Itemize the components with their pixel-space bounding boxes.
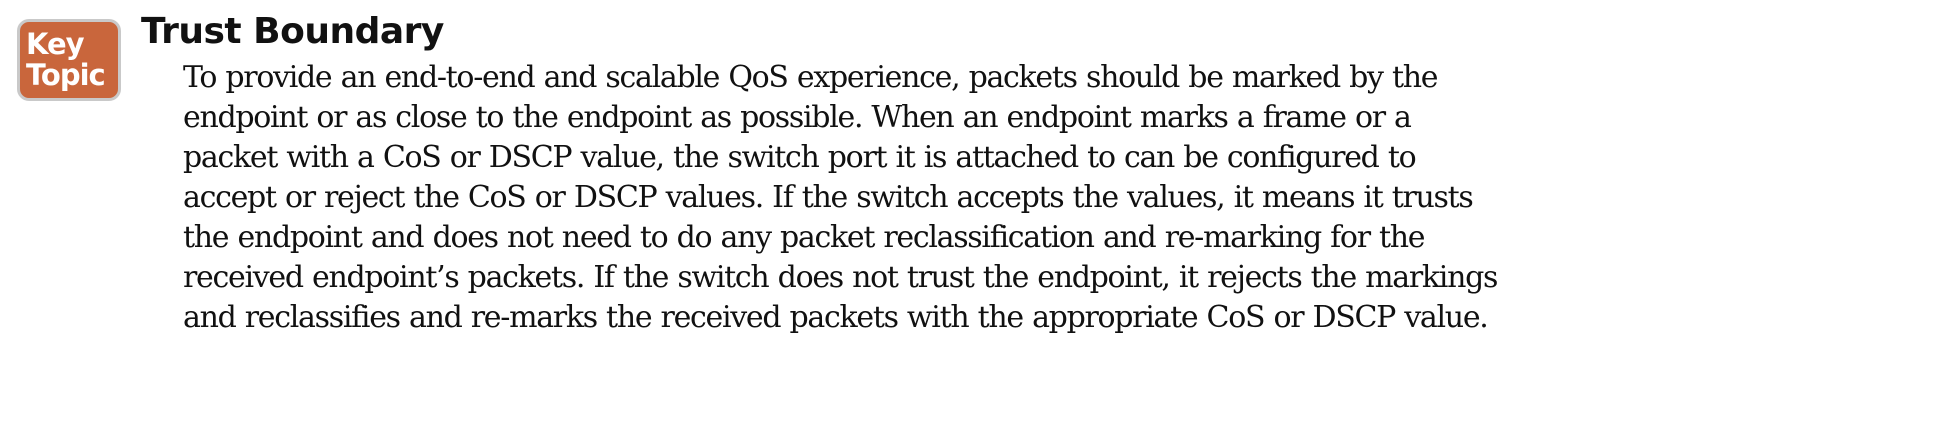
- key-topic-label-line2: Topic: [26, 58, 106, 92]
- paragraph-line: accept or reject the CoS or DSCP values.…: [183, 180, 1474, 215]
- paragraph-line: packet with a CoS or DSCP value, the swi…: [183, 140, 1417, 175]
- paragraph-line: received endpoint’s packets. If the swit…: [183, 260, 1498, 295]
- key-topic-badge: Key Topic: [17, 19, 121, 101]
- paragraph-line: the endpoint and does not need to do any…: [183, 220, 1426, 255]
- body-paragraph: To provide an end-to-end and scalable Qo…: [183, 58, 1498, 338]
- paragraph-line: and reclassifies and re-marks the receiv…: [183, 300, 1489, 335]
- document-page: Key Topic Trust Boundary To provide an e…: [0, 0, 1944, 438]
- key-topic-label-line1: Key: [26, 27, 85, 61]
- paragraph-line: endpoint or as close to the endpoint as …: [183, 100, 1412, 135]
- section-heading: Trust Boundary: [141, 11, 444, 52]
- paragraph-line: To provide an end-to-end and scalable Qo…: [183, 60, 1438, 95]
